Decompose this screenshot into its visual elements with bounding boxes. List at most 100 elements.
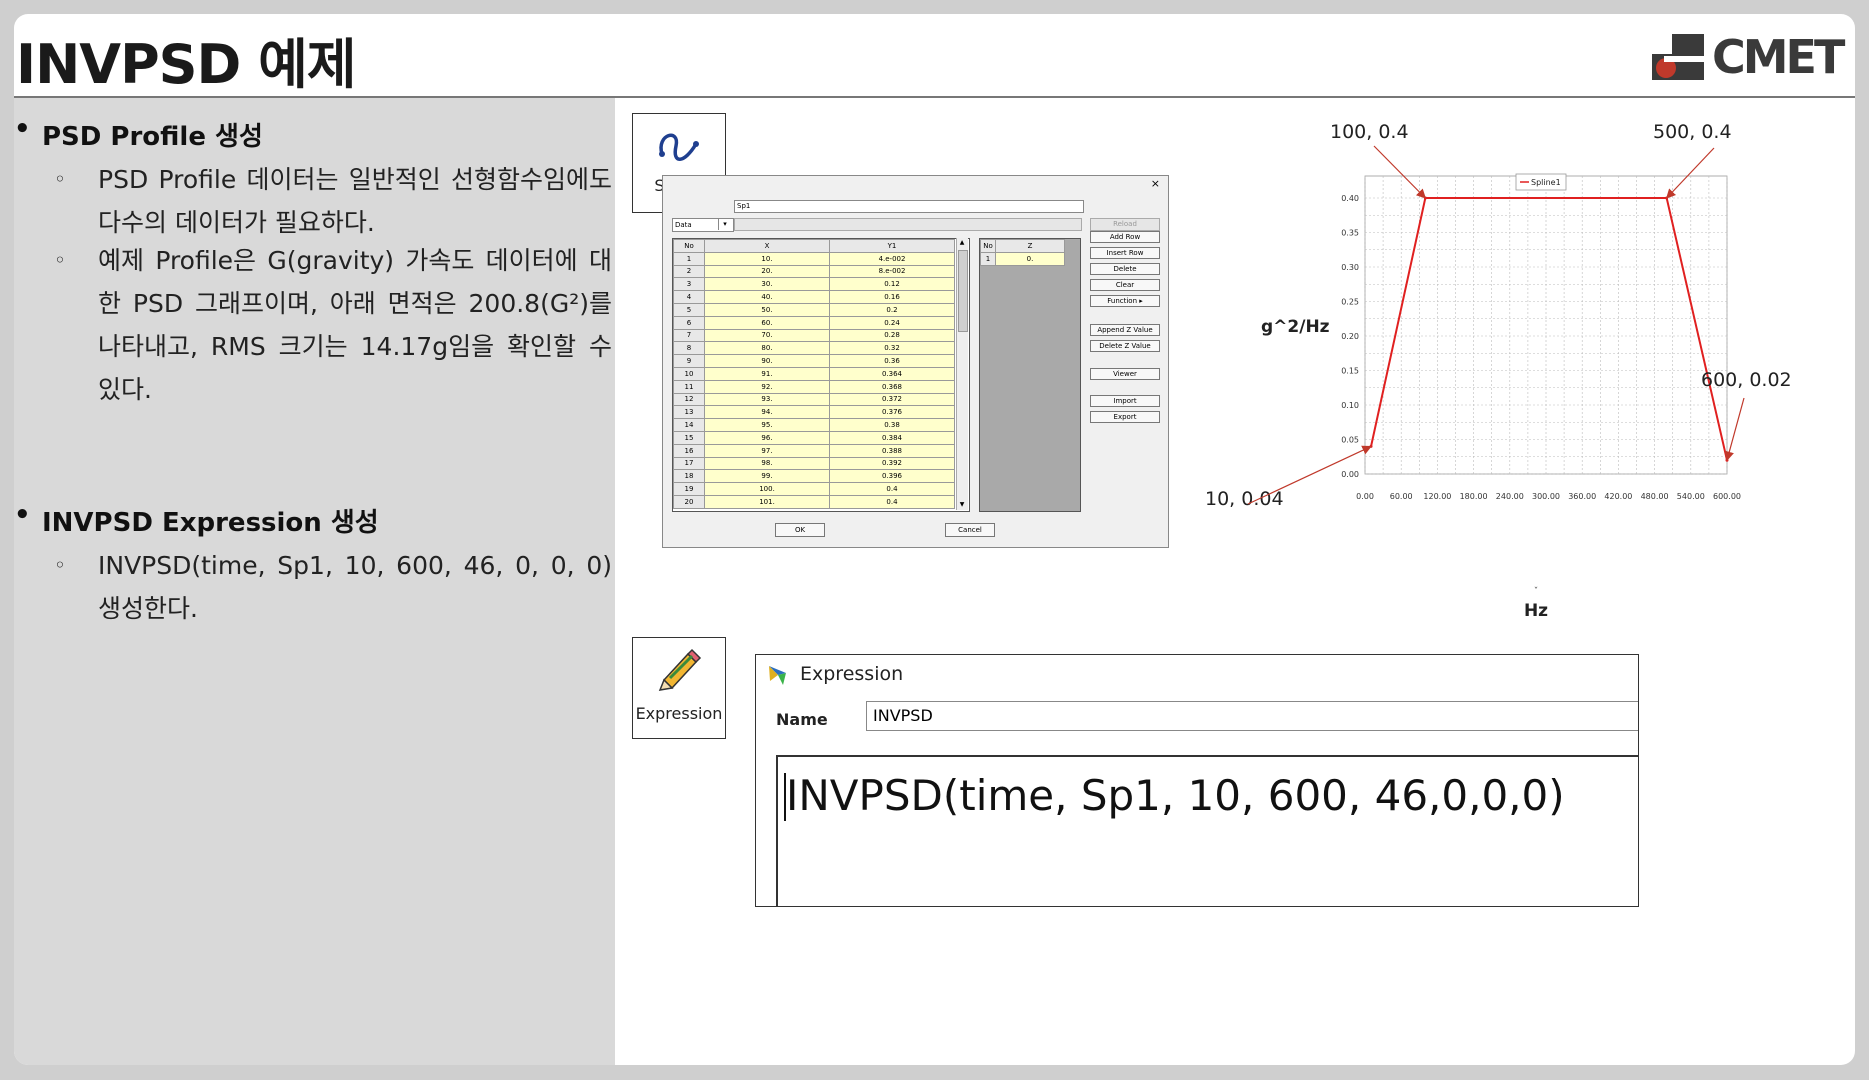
cancel-button[interactable]: Cancel <box>945 523 995 537</box>
chevron-down-icon[interactable]: ▾ <box>718 218 731 230</box>
table-row[interactable]: 13 94. 0.376 <box>673 405 955 420</box>
table-row[interactable]: 9 90. 0.36 <box>673 354 955 368</box>
clear-button[interactable]: Clear <box>1090 279 1160 291</box>
x-cell[interactable]: 90. <box>704 354 830 368</box>
y1-cell[interactable]: 0.2 <box>829 302 955 317</box>
y1-cell[interactable]: 0.372 <box>829 392 955 407</box>
y1-cell[interactable]: 4.e-002 <box>829 251 955 266</box>
table-row[interactable]: 7 70. 0.28 <box>673 328 955 343</box>
table-row[interactable]: 10 91. 0.364 <box>673 366 955 381</box>
y1-cell[interactable]: 0.16 <box>829 290 955 304</box>
x-cell[interactable]: 99. <box>704 469 830 484</box>
y1-cell[interactable]: 0.368 <box>829 379 955 394</box>
insert-row-button[interactable]: Insert Row <box>1090 247 1160 259</box>
expression-bar[interactable] <box>734 218 1082 231</box>
delete-button[interactable]: Delete <box>1090 263 1160 275</box>
function-button[interactable]: Function ▸ <box>1090 295 1160 307</box>
x-cell[interactable]: 80. <box>704 341 830 356</box>
x-cell[interactable]: 60. <box>704 315 830 330</box>
expression-editor[interactable]: INVPSD(time, Sp1, 10, 600, 46,0,0,0) <box>776 755 1638 906</box>
y1-cell[interactable]: 8.e-002 <box>829 264 955 279</box>
spline-name-field[interactable]: Sp1 <box>734 200 1084 213</box>
data-point-annotation: 10, 0.04 <box>1205 488 1284 510</box>
x-cell[interactable]: 96. <box>704 430 830 445</box>
table-row[interactable]: 1 0. <box>980 251 1065 266</box>
x-cell[interactable]: 92. <box>704 379 830 394</box>
table-row[interactable]: 1 10. 4.e-002 <box>673 251 955 266</box>
circle-bullet-icon: ◦ <box>54 553 66 577</box>
y1-cell[interactable]: 0.28 <box>829 328 955 343</box>
y1-cell[interactable]: 0.38 <box>829 418 955 432</box>
table-scrollbar[interactable]: ▲ ▼ <box>956 238 968 510</box>
z-value-table[interactable]: No Z 1 0. <box>979 238 1081 512</box>
x-cell[interactable]: 10. <box>704 251 830 266</box>
x-cell[interactable]: 95. <box>704 418 830 432</box>
row-number-cell: 7 <box>673 328 705 343</box>
close-icon[interactable]: × <box>1151 177 1160 190</box>
y1-cell[interactable]: 0.36 <box>829 354 955 368</box>
y1-cell[interactable]: 0.384 <box>829 430 955 445</box>
table-row[interactable]: 12 93. 0.372 <box>673 392 955 407</box>
reload-button[interactable]: Reload <box>1090 218 1160 231</box>
table-row[interactable]: 20 101. 0.4 <box>673 494 955 509</box>
add-row-button[interactable]: Add Row <box>1090 231 1160 243</box>
x-tick-label: 240.00 <box>1496 492 1524 501</box>
y1-cell[interactable]: 0.24 <box>829 315 955 330</box>
ok-button[interactable]: OK <box>775 523 825 537</box>
table-row[interactable]: 17 98. 0.392 <box>673 456 955 471</box>
y1-cell[interactable]: 0.396 <box>829 469 955 484</box>
scroll-up-icon[interactable]: ▲ <box>958 239 966 247</box>
bullet-icon: • <box>14 500 31 530</box>
circle-bullet-icon: ◦ <box>54 167 66 191</box>
y1-cell[interactable]: 0.376 <box>829 405 955 420</box>
y1-cell[interactable]: 0.4 <box>829 482 955 496</box>
x-cell[interactable]: 93. <box>704 392 830 407</box>
x-cell[interactable]: 94. <box>704 405 830 420</box>
export-button[interactable]: Export <box>1090 411 1160 423</box>
expression-tool-button[interactable]: Expression <box>632 637 726 739</box>
table-row[interactable]: 2 20. 8.e-002 <box>673 264 955 279</box>
delete-z-value-button[interactable]: Delete Z Value <box>1090 340 1160 352</box>
table-row[interactable]: 16 97. 0.388 <box>673 443 955 458</box>
append-z-value-button[interactable]: Append Z Value <box>1090 324 1160 336</box>
row-number-cell: 20 <box>673 494 705 509</box>
y1-cell[interactable]: 0.392 <box>829 456 955 471</box>
table-row[interactable]: 15 96. 0.384 <box>673 430 955 445</box>
x-cell[interactable]: 97. <box>704 443 830 458</box>
table-row[interactable]: 4 40. 0.16 <box>673 290 955 304</box>
y1-cell[interactable]: 0.32 <box>829 341 955 356</box>
cmet-logo: CMET <box>1646 26 1846 86</box>
viewer-button[interactable]: Viewer <box>1090 368 1160 380</box>
x-cell[interactable]: 30. <box>704 277 830 292</box>
y1-cell[interactable]: 0.12 <box>829 277 955 292</box>
import-button[interactable]: Import <box>1090 395 1160 407</box>
table-row[interactable]: 11 92. 0.368 <box>673 379 955 394</box>
table-row[interactable]: 18 99. 0.396 <box>673 469 955 484</box>
row-number-cell: 2 <box>673 264 705 279</box>
spline-data-table[interactable]: No X Y1 1 10. 4.e-002 2 20. 8.e-002 3 30. 0.12 4 4… <box>672 238 970 512</box>
table-row[interactable]: 5 50. 0.2 <box>673 302 955 317</box>
x-cell[interactable]: 98. <box>704 456 830 471</box>
y1-cell[interactable]: 0.364 <box>829 366 955 381</box>
table-row[interactable]: 19 100. 0.4 <box>673 482 955 496</box>
x-cell[interactable]: 101. <box>704 494 830 509</box>
row-number-cell: 9 <box>673 354 705 368</box>
y-tick-label: 0.40 <box>1341 194 1359 203</box>
table-row[interactable]: 14 95. 0.38 <box>673 418 955 432</box>
x-cell[interactable]: 100. <box>704 482 830 496</box>
table-row[interactable]: 6 60. 0.24 <box>673 315 955 330</box>
y1-cell[interactable]: 0.4 <box>829 494 955 509</box>
x-cell[interactable]: 70. <box>704 328 830 343</box>
chevron-down-icon: ˇ <box>1534 586 1539 597</box>
x-cell[interactable]: 91. <box>704 366 830 381</box>
table-row[interactable]: 8 80. 0.32 <box>673 341 955 356</box>
pencil-icon <box>658 648 702 691</box>
table-row[interactable]: 3 30. 0.12 <box>673 277 955 292</box>
x-cell[interactable]: 20. <box>704 264 830 279</box>
name-input[interactable]: INVPSD <box>866 701 1638 731</box>
x-cell[interactable]: 40. <box>704 290 830 304</box>
scroll-thumb[interactable] <box>958 250 968 332</box>
x-cell[interactable]: 50. <box>704 302 830 317</box>
scroll-down-icon[interactable]: ▼ <box>958 501 966 509</box>
y1-cell[interactable]: 0.388 <box>829 443 955 458</box>
